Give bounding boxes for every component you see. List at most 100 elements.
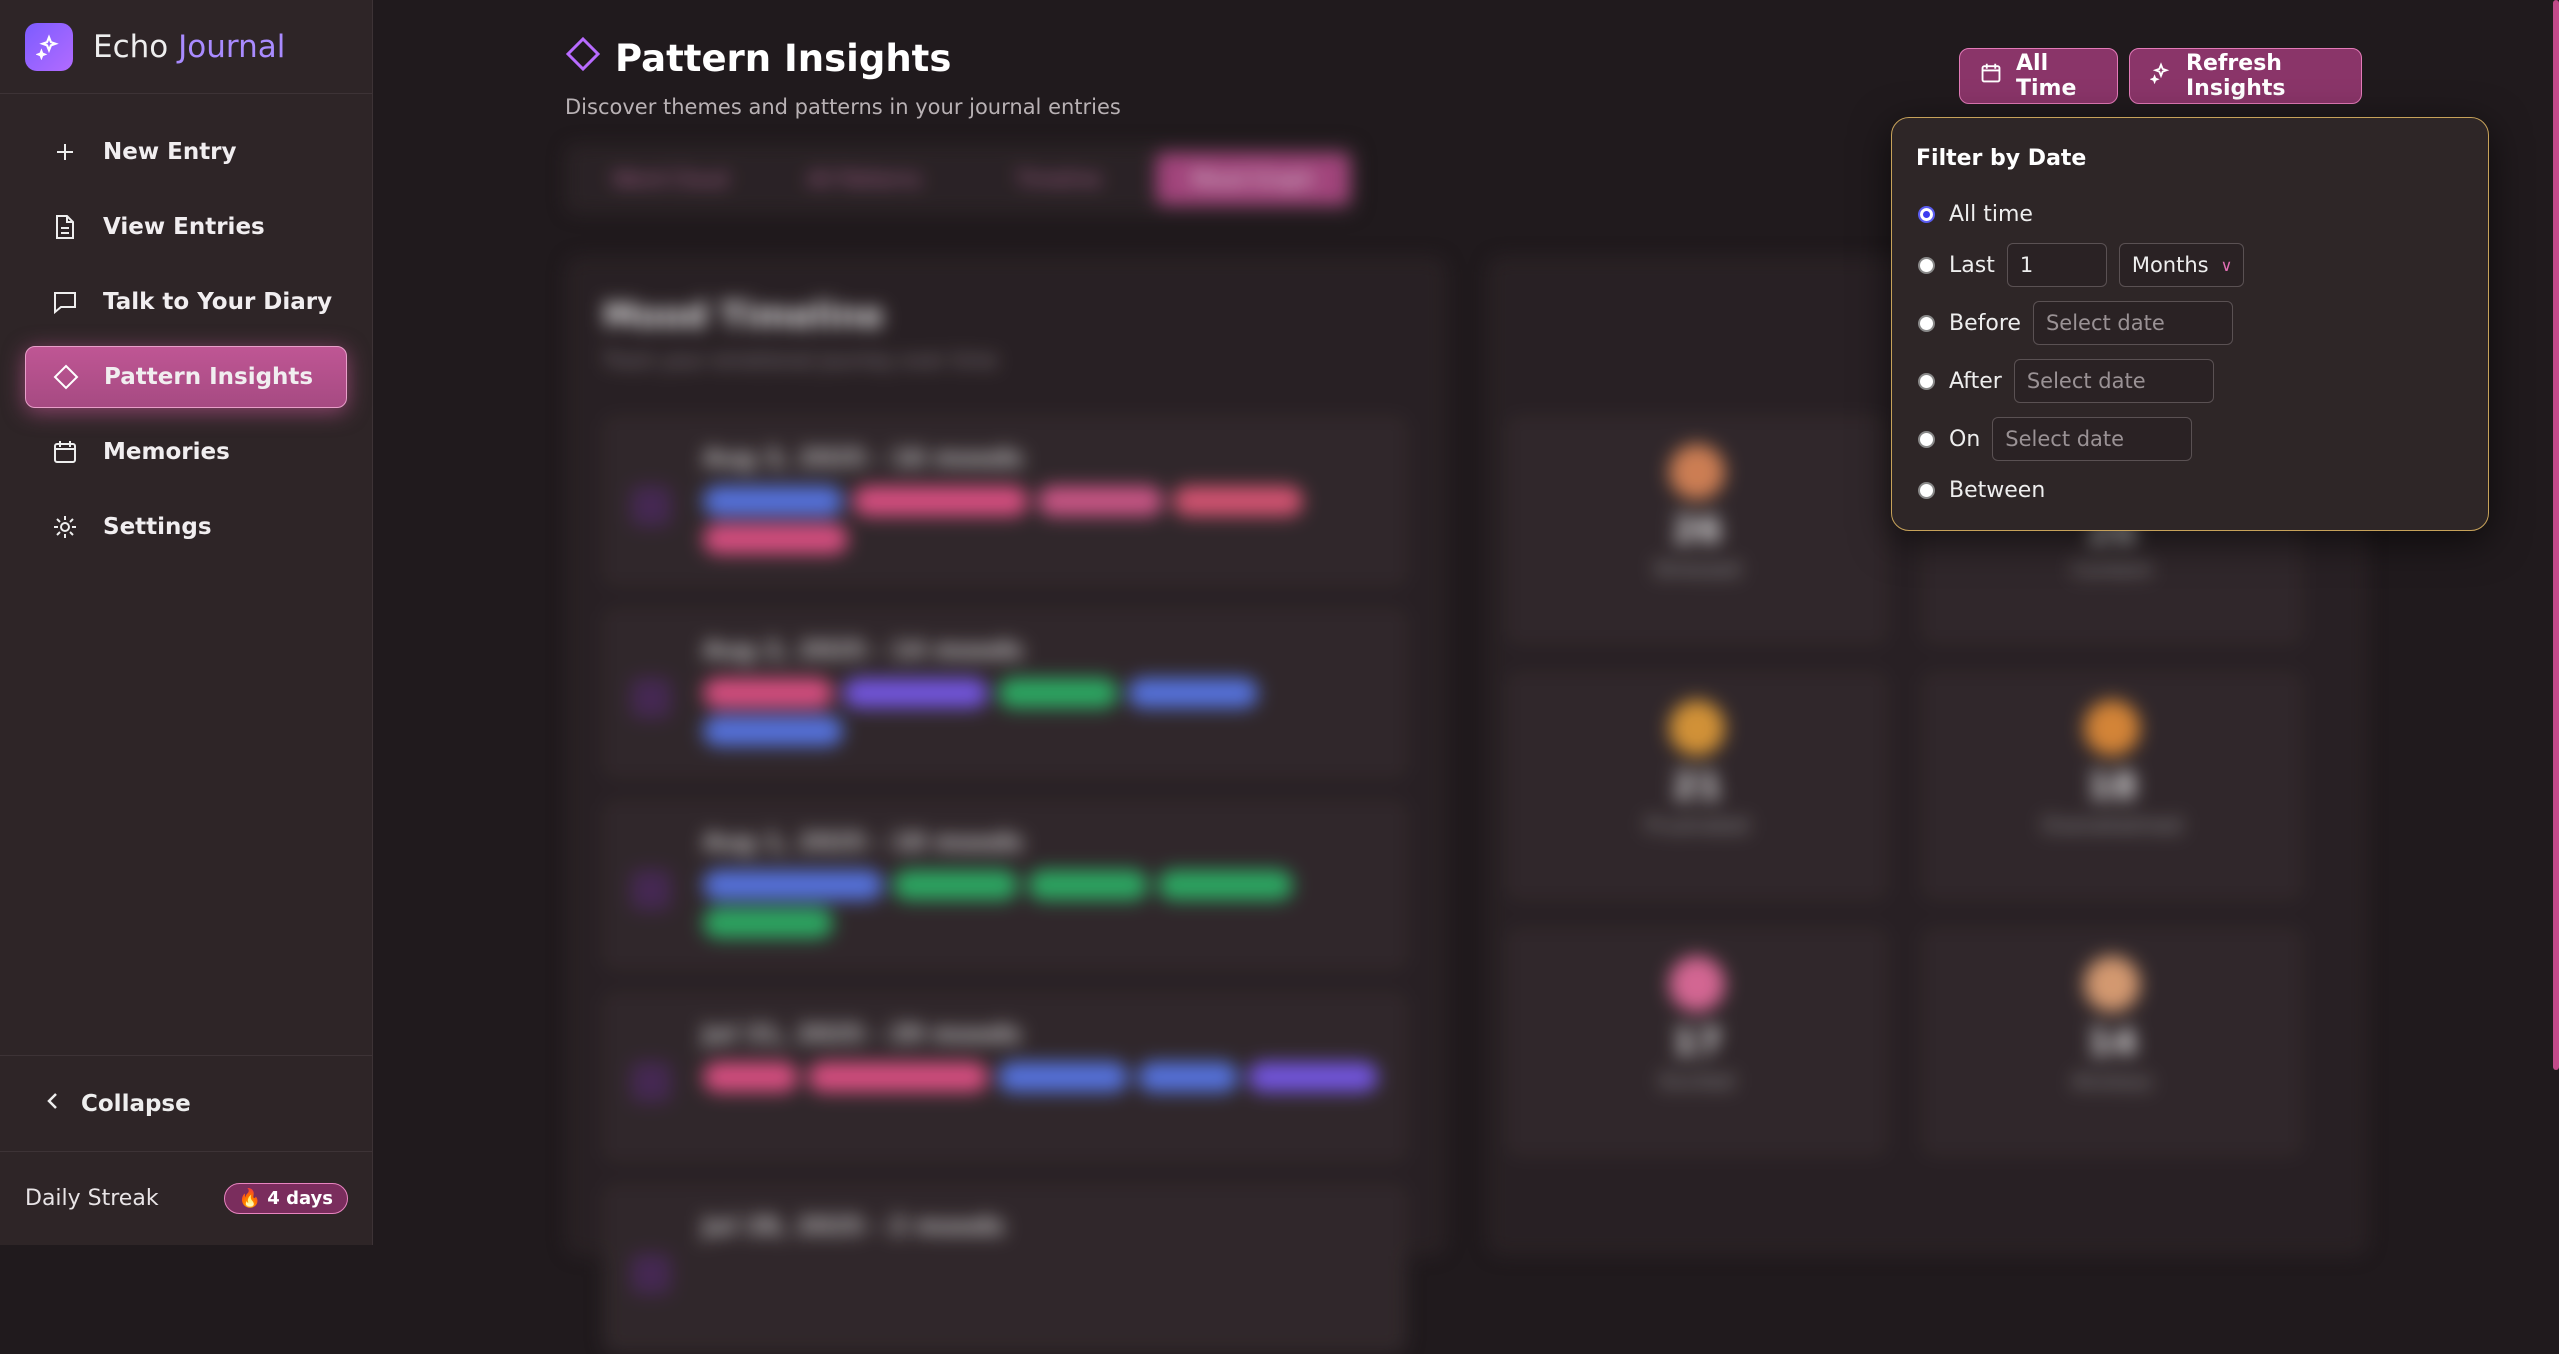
mood-stat-label: Anxious — [2072, 1069, 2152, 1093]
app-title-part1: Echo — [93, 28, 169, 65]
before-date-input[interactable]: Select date — [2032, 301, 2233, 345]
sidebar-item-pattern-insights[interactable]: Pattern Insights — [25, 346, 347, 408]
mood-timeline-row[interactable]: Aug 3, 2025 - 16 moods — [603, 416, 1407, 586]
chevron-icon — [631, 870, 671, 910]
mood-row-date: Jul 28, 2025 - 2 moods — [703, 1212, 1005, 1240]
mood-chip — [703, 716, 843, 746]
mood-chip — [998, 678, 1118, 708]
last-unit-select[interactable]: Months ∨ — [2118, 243, 2244, 287]
tab-all-patterns[interactable]: All Patterns — [767, 153, 961, 205]
mood-stat-count: 14 — [2086, 1022, 2138, 1063]
mood-stat-label: Overwhelmed — [2042, 813, 2182, 837]
mood-chip — [998, 1062, 1128, 1092]
mood-stat-card: 26 Stressed — [1507, 416, 1887, 644]
all-time-filter-button[interactable]: All Time — [1959, 48, 2118, 104]
daily-streak: Daily Streak 🔥 4 days — [0, 1151, 373, 1245]
document-icon — [49, 211, 81, 243]
radio-on[interactable] — [1918, 430, 1935, 448]
mood-stat-count: 17 — [1671, 1022, 1723, 1063]
radio-all-time[interactable] — [1918, 206, 1935, 223]
tab-timeline[interactable]: Timeline — [962, 153, 1156, 205]
sidebar-nav: New Entry View Entries Talk to Your Diar… — [0, 94, 372, 558]
insights-tabs: Word Cloud All Patterns Timeline Mood Gr… — [565, 144, 1358, 214]
streak-badge: 🔥 4 days — [223, 1183, 348, 1214]
mood-timeline-row[interactable]: Aug 1, 2025 - 18 moods — [603, 800, 1407, 970]
mood-chip — [893, 870, 1018, 900]
gear-icon — [49, 511, 81, 543]
filter-option-all-time[interactable]: All time — [1918, 202, 2033, 227]
page-title-text: Pattern Insights — [615, 37, 952, 80]
calendar-icon — [49, 436, 81, 468]
mood-timeline-row[interactable]: Aug 2, 2025 - 14 moods — [603, 608, 1407, 778]
sidebar-item-label: Settings — [103, 514, 212, 540]
mood-timeline-subtitle: Track your emotional journey over time — [603, 348, 998, 372]
streak-value: 4 days — [267, 1188, 333, 1209]
collapse-button[interactable]: Collapse — [0, 1055, 373, 1151]
mood-chip — [1158, 870, 1293, 900]
option-label: All time — [1949, 202, 2033, 227]
option-label: Between — [1949, 478, 2046, 503]
chevron-icon — [631, 678, 671, 718]
tab-mood-graph[interactable]: Mood Graph — [1155, 153, 1350, 205]
sidebar-item-label: Pattern Insights — [104, 364, 314, 390]
mood-chip — [703, 1062, 798, 1092]
brand: Echo Journal — [0, 0, 372, 94]
mood-stat-card: 14 Anxious — [1922, 928, 2302, 1156]
radio-before[interactable] — [1918, 314, 1935, 332]
mood-emoji-icon — [1669, 444, 1725, 500]
mood-chip — [703, 524, 848, 554]
filter-option-between[interactable]: Between — [1918, 478, 2045, 503]
chevron-icon — [631, 1062, 671, 1102]
radio-after[interactable] — [1918, 372, 1935, 390]
sparkles-icon — [2149, 62, 2172, 90]
chat-icon — [49, 286, 81, 318]
mood-chip — [1038, 486, 1163, 516]
mood-chip — [1248, 1062, 1378, 1092]
chevron-icon — [631, 1254, 671, 1294]
mood-chip — [703, 908, 833, 938]
refresh-insights-button[interactable]: Refresh Insights — [2129, 48, 2362, 104]
tab-word-cloud[interactable]: Word Cloud — [573, 153, 767, 205]
radio-between[interactable] — [1918, 482, 1935, 499]
diamond-icon — [50, 361, 82, 393]
sparkles-icon[interactable] — [25, 22, 73, 71]
sidebar-item-label: New Entry — [103, 139, 237, 165]
refresh-insights-label: Refresh Insights — [2186, 51, 2286, 101]
scrollbar[interactable] — [2553, 0, 2559, 1070]
after-date-input[interactable]: Select date — [2013, 359, 2214, 403]
sidebar-item-settings[interactable]: Settings — [25, 496, 347, 558]
date-filter-popover: Filter by Date All time Last 1 Months ∨ … — [1891, 117, 2489, 531]
mood-timeline-row[interactable]: Jul 31, 2025 - 29 moods — [603, 992, 1407, 1162]
mood-chip — [843, 678, 988, 708]
filter-option-before[interactable]: Before Select date — [1918, 301, 2233, 345]
sidebar-item-talk-to-diary[interactable]: Talk to Your Diary — [25, 271, 347, 333]
mood-emoji-icon — [1669, 956, 1725, 1012]
filter-option-after[interactable]: After Select date — [1918, 359, 2214, 403]
radio-last[interactable] — [1918, 256, 1935, 274]
mood-stat-card: 18 Overwhelmed — [1922, 672, 2302, 900]
mood-timeline-row[interactable]: Jul 28, 2025 - 2 moods — [603, 1184, 1407, 1354]
page-header: Pattern Insights Discover themes and pat… — [565, 36, 1121, 119]
mood-stat-label: Stressed — [1653, 557, 1741, 581]
app-title-part2: Journal — [178, 28, 286, 65]
sidebar-item-view-entries[interactable]: View Entries — [25, 196, 347, 258]
mood-stat-count: 26 — [1671, 510, 1723, 551]
on-date-input[interactable]: Select date — [1992, 417, 2193, 461]
sidebar-item-memories[interactable]: Memories — [25, 421, 347, 483]
chevron-down-icon: ∨ — [2220, 255, 2233, 275]
sidebar-item-new-entry[interactable]: New Entry — [25, 121, 347, 183]
filter-option-last[interactable]: Last 1 Months ∨ — [1918, 243, 2244, 287]
option-label: Before — [1949, 310, 2021, 336]
mood-stat-card: 17 Excited — [1507, 928, 1887, 1156]
mood-chip — [703, 678, 833, 708]
last-unit-value: Months — [2131, 253, 2209, 277]
mood-timeline-title: Mood Timeline — [603, 296, 884, 336]
sidebar: Echo Journal New Entry View Entries Talk… — [0, 0, 373, 1245]
sidebar-item-label: Talk to Your Diary — [103, 289, 333, 315]
last-amount-input[interactable]: 1 — [2006, 243, 2107, 287]
chevron-icon — [631, 486, 671, 526]
mood-chip — [703, 870, 883, 900]
mood-timeline-panel: Mood Timeline Track your emotional journ… — [565, 256, 1447, 1354]
filter-option-on[interactable]: On Select date — [1918, 417, 2193, 461]
mood-row-date: Aug 2, 2025 - 14 moods — [703, 636, 1024, 664]
